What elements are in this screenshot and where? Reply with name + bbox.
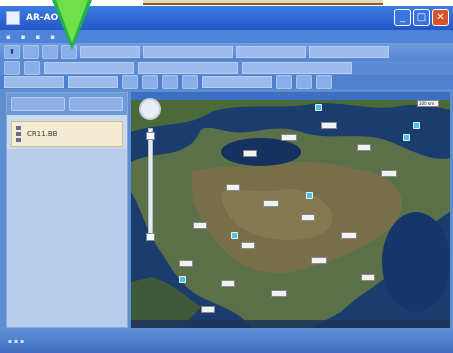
toolbar-field[interactable] bbox=[138, 62, 238, 74]
satellite-map-view[interactable]: 100 km bbox=[131, 92, 450, 328]
place-label bbox=[263, 200, 279, 207]
callout-bar bbox=[143, 0, 383, 5]
place-label bbox=[243, 150, 257, 157]
map-tool-button[interactable] bbox=[182, 75, 198, 89]
place-label bbox=[311, 257, 327, 264]
panel-empty-area bbox=[7, 149, 127, 327]
place-label bbox=[179, 260, 193, 267]
status-bar: ▪ ▪ ▪ bbox=[0, 330, 453, 353]
tab-search[interactable] bbox=[69, 97, 123, 111]
minimize-button[interactable]: _ bbox=[394, 9, 411, 26]
tab-layers[interactable] bbox=[11, 97, 65, 111]
layer-icon bbox=[16, 126, 21, 142]
map-marker-icon[interactable] bbox=[413, 122, 420, 129]
map-marker-icon[interactable] bbox=[231, 232, 238, 239]
toolbar-field[interactable] bbox=[143, 46, 233, 58]
menu-item[interactable]: ▪ bbox=[36, 33, 41, 41]
layers-panel: CR11.BB bbox=[6, 92, 128, 328]
place-label bbox=[357, 144, 371, 151]
toolbar-field[interactable] bbox=[242, 62, 352, 74]
place-label bbox=[193, 222, 207, 229]
map-tool-button[interactable] bbox=[296, 75, 312, 89]
map-tool-button[interactable] bbox=[122, 75, 138, 89]
place-label bbox=[381, 170, 397, 177]
window-controls: _ □ ✕ bbox=[394, 9, 449, 26]
application-window: AR-AO _ □ ✕ ▪ ▪ ▪ ▪ ▮ CR11.BB 100 km ▪ ▪… bbox=[0, 0, 453, 353]
status-text: ▪ ▪ ▪ bbox=[8, 338, 25, 345]
zoom-out-button[interactable] bbox=[146, 233, 155, 241]
map-tool-button[interactable] bbox=[162, 75, 178, 89]
place-label bbox=[301, 214, 315, 221]
toolbar-field[interactable] bbox=[309, 46, 389, 58]
map-marker-icon[interactable] bbox=[306, 192, 313, 199]
toolbar-button[interactable] bbox=[23, 45, 39, 59]
close-button[interactable]: ✕ bbox=[432, 9, 449, 26]
layer-list-item[interactable]: CR11.BB bbox=[11, 121, 123, 147]
map-imagery bbox=[131, 92, 450, 328]
place-label bbox=[241, 242, 255, 249]
place-label bbox=[221, 280, 235, 287]
place-label bbox=[281, 134, 297, 141]
map-marker-icon[interactable] bbox=[403, 134, 410, 141]
place-label bbox=[341, 232, 357, 239]
pan-control[interactable] bbox=[139, 98, 161, 120]
map-tool-button[interactable] bbox=[316, 75, 332, 89]
map-toolbar bbox=[0, 75, 453, 89]
menu-item[interactable]: ▪ bbox=[6, 33, 11, 41]
map-marker-icon[interactable] bbox=[315, 104, 322, 111]
map-tool-button[interactable] bbox=[276, 75, 292, 89]
toolbar-button[interactable] bbox=[24, 61, 40, 75]
map-header-strip bbox=[131, 92, 450, 100]
secondary-toolbar bbox=[0, 61, 453, 75]
map-attribution bbox=[131, 320, 450, 328]
place-label bbox=[226, 184, 240, 191]
toolbar-field[interactable] bbox=[4, 76, 64, 88]
place-label bbox=[201, 306, 215, 313]
panel-tabs bbox=[7, 93, 127, 115]
layer-label: CR11.BB bbox=[27, 130, 58, 138]
map-tool-button[interactable] bbox=[142, 75, 158, 89]
zoom-in-button[interactable] bbox=[146, 132, 155, 140]
map-marker-icon[interactable] bbox=[179, 276, 186, 283]
callout-arrow-highlight bbox=[56, 0, 88, 43]
toolbar-field[interactable] bbox=[202, 76, 272, 88]
menu-item[interactable]: ▪ bbox=[21, 33, 26, 41]
toolbar-field[interactable] bbox=[44, 62, 134, 74]
maximize-button[interactable]: □ bbox=[413, 9, 430, 26]
place-label bbox=[271, 290, 287, 297]
toolbar-field[interactable] bbox=[68, 76, 118, 88]
toolbar-button[interactable] bbox=[4, 61, 20, 75]
place-label bbox=[321, 122, 337, 129]
place-label bbox=[361, 274, 375, 281]
toolbar-field[interactable] bbox=[236, 46, 306, 58]
app-icon bbox=[6, 11, 20, 25]
scale-label: 100 km bbox=[417, 100, 439, 107]
open-folder-button[interactable]: ▮ bbox=[4, 45, 20, 59]
zoom-slider[interactable] bbox=[148, 128, 153, 238]
